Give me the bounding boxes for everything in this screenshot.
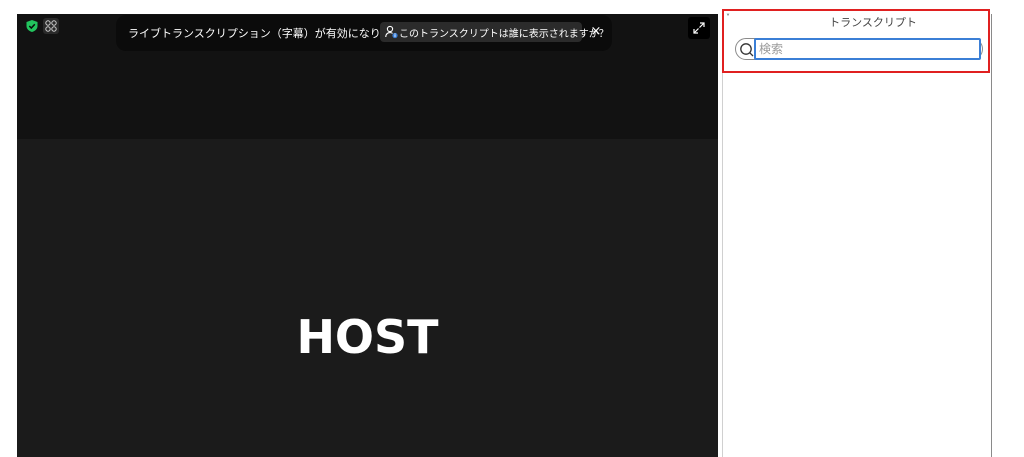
banner-close-button[interactable]: × bbox=[588, 24, 604, 40]
search-input[interactable] bbox=[754, 38, 981, 60]
banner-message: ライブトランスクリプション（字幕）が有効になりました bbox=[128, 27, 414, 40]
participant-name: HOST bbox=[296, 310, 439, 364]
panel-title: トランスクリプト bbox=[829, 16, 917, 29]
grid-icon bbox=[45, 20, 57, 32]
transcript-panel: ˅ トランスクリプト bbox=[722, 14, 992, 457]
person-info-icon bbox=[385, 25, 398, 39]
notification-banner: ライブトランスクリプション（字幕）が有効になりました このトランスクリプトは誰に… bbox=[116, 15, 612, 51]
search-icon bbox=[740, 43, 754, 57]
view-grid-button[interactable] bbox=[43, 18, 59, 34]
expand-button[interactable] bbox=[688, 17, 710, 39]
expand-icon bbox=[693, 22, 705, 34]
meeting-video-area: ライブトランスクリプション（字幕）が有効になりました このトランスクリプトは誰に… bbox=[17, 14, 718, 457]
transcript-visibility-button[interactable]: このトランスクリプトは誰に表示されますか？ bbox=[380, 22, 609, 42]
shield-check-icon[interactable] bbox=[25, 19, 39, 33]
search-box[interactable] bbox=[735, 38, 983, 60]
transcript-visibility-label: このトランスクリプトは誰に表示されますか？ bbox=[399, 29, 609, 40]
app-window: ライブトランスクリプション（字幕）が有効になりました このトランスクリプトは誰に… bbox=[0, 0, 1024, 457]
